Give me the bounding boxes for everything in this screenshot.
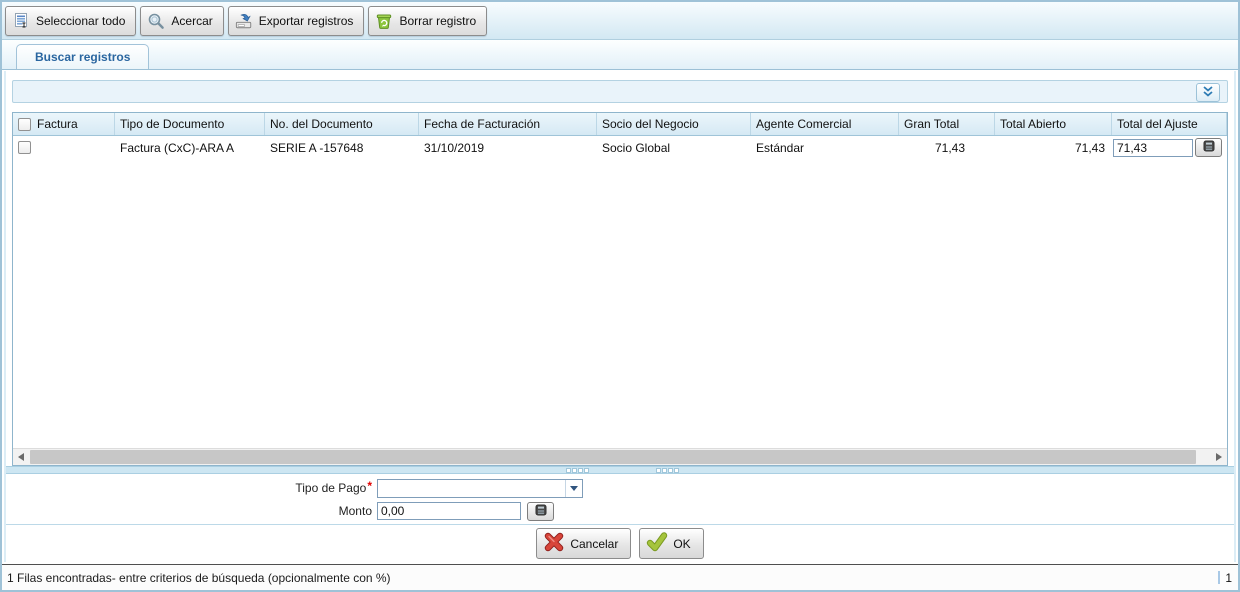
scrollbar-thumb[interactable] [30,450,1196,464]
tipo-de-pago-label: Tipo de Pago* [6,479,372,495]
export-records-label: Exportar registros [258,13,354,28]
dropdown-arrow-icon[interactable] [565,479,582,497]
row-select-cell [13,136,115,159]
status-right: 1 [1218,571,1238,585]
column-header-label: Fecha de Facturación [424,117,541,131]
column-header-label: Tipo de Documento [120,117,225,131]
zoom-in-button[interactable]: Acercar [140,5,224,36]
column-header-tipo-documento[interactable]: Tipo de Documento [115,113,265,135]
tab-label: Buscar registros [35,50,131,64]
cell-value: 31/10/2019 [424,140,485,155]
magnifier-icon [147,12,165,30]
tipo-de-pago-row: Tipo de Pago* [6,478,1234,498]
scroll-right-button[interactable] [1211,449,1227,465]
splitter-grip[interactable] [656,468,679,473]
monto-input[interactable] [377,502,521,520]
select-all-icon [12,12,30,30]
column-header-label: Gran Total [904,117,960,131]
select-all-label: Seleccionar todo [36,13,126,28]
tipo-de-pago-select[interactable] [377,478,583,498]
cell-total-abierto: 71,43 [995,136,1112,159]
grid-header-row: Factura Tipo de Documento No. del Docume… [13,113,1227,136]
total-ajuste-input[interactable] [1113,138,1193,157]
column-header-total-abierto[interactable]: Total Abierto [995,113,1112,135]
ok-label: OK [673,536,691,551]
cell-value: 71,43 [934,140,965,155]
results-grid: Factura Tipo de Documento No. del Docume… [12,112,1228,466]
column-header-no-documento[interactable]: No. del Documento [265,113,419,135]
cell-value: 71,43 [1074,140,1105,155]
cell-value: Estándar [756,140,805,155]
column-header-label: Total Abierto [1000,117,1067,131]
label-text: Monto [338,504,372,518]
delete-record-button[interactable]: Borrar registro [368,5,488,36]
horizontal-scrollbar[interactable] [13,448,1227,465]
column-header-total-ajuste[interactable]: Total del Ajuste [1112,113,1227,135]
splitter-grip[interactable] [566,468,589,473]
green-check-icon [646,531,668,556]
cell-value: Socio Global [602,140,671,155]
row-select-checkbox[interactable] [18,141,31,154]
tab-buscar-registros[interactable]: Buscar registros [16,44,150,69]
table-row[interactable]: Factura (CxC)-ARA A SERIE A -157648 31/1… [13,136,1227,159]
expand-criteria-button[interactable] [1196,83,1220,102]
column-header-fecha-facturacion[interactable]: Fecha de Facturación [419,113,597,135]
column-header-gran-total[interactable]: Gran Total [899,113,995,135]
monto-label: Monto [6,504,372,518]
search-criteria-panel [12,80,1228,103]
cell-value: Factura (CxC)-ARA A [120,140,235,155]
column-header-label: Socio del Negocio [602,117,699,131]
column-header-label: Factura [37,117,78,131]
column-header-socio-negocio[interactable]: Socio del Negocio [597,113,751,135]
search-records-window: Seleccionar todo Acercar Exportar regist… [0,0,1240,592]
cell-no-documento: SERIE A -157648 [265,136,419,159]
green-trash-icon [375,12,393,30]
column-header-label: Agente Comercial [756,117,852,131]
status-bar: 1 Filas encontradas- entre criterios de … [2,564,1238,590]
scroll-left-icon [18,453,24,461]
cancel-button[interactable]: Cancelar [536,528,632,559]
confirm-panel: Cancelar OK [6,524,1234,564]
column-header-factura[interactable]: Factura [13,113,115,135]
scroll-right-icon [1216,453,1222,461]
cell-socio-negocio: Socio Global [597,136,751,159]
select-all-button[interactable]: Seleccionar todo [5,5,137,36]
select-all-rows-checkbox[interactable] [18,117,31,131]
toolbar: Seleccionar todo Acercar Exportar regist… [2,2,1238,40]
cancel-label: Cancelar [570,536,619,551]
status-divider [1218,571,1221,584]
monto-row: Monto [6,501,1234,521]
status-page-number: 1 [1225,570,1232,585]
column-header-label: No. del Documento [270,117,373,131]
column-header-agente-comercial[interactable]: Agente Comercial [751,113,899,135]
selected-value [378,480,565,497]
horizontal-splitter[interactable] [6,466,1234,474]
tab-strip: Buscar registros [2,40,1238,70]
cell-total-ajuste [1112,136,1227,159]
export-disk-icon [235,12,253,30]
cell-fecha-facturacion: 31/10/2019 [419,136,597,159]
export-records-button[interactable]: Exportar registros [227,5,365,36]
label-text: Tipo de Pago [295,481,367,495]
calculator-icon [535,504,547,519]
content-area: Factura Tipo de Documento No. del Docume… [4,71,1236,562]
monto-calculator-button[interactable] [527,501,554,521]
ok-button[interactable]: OK [639,528,704,559]
column-header-label: Total del Ajuste [1117,117,1198,131]
scroll-left-button[interactable] [13,449,29,465]
cell-gran-total: 71,43 [899,136,995,159]
payment-form: Tipo de Pago* Monto 0,00 Cancelar OK [6,474,1234,562]
cell-value: SERIE A -157648 [270,140,364,155]
cell-agente-comercial: Estándar [751,136,899,159]
cell-tipo-documento: Factura (CxC)-ARA A [115,136,265,159]
calculator-icon [1203,140,1215,155]
status-message: 1 Filas encontradas- entre criterios de … [7,570,391,585]
chevron-double-down-icon [1201,85,1215,101]
calculator-button[interactable] [1195,138,1222,157]
zoom-in-label: Acercar [171,13,213,28]
required-marker: * [367,479,372,493]
delete-record-label: Borrar registro [399,13,477,28]
red-x-icon [543,531,565,556]
